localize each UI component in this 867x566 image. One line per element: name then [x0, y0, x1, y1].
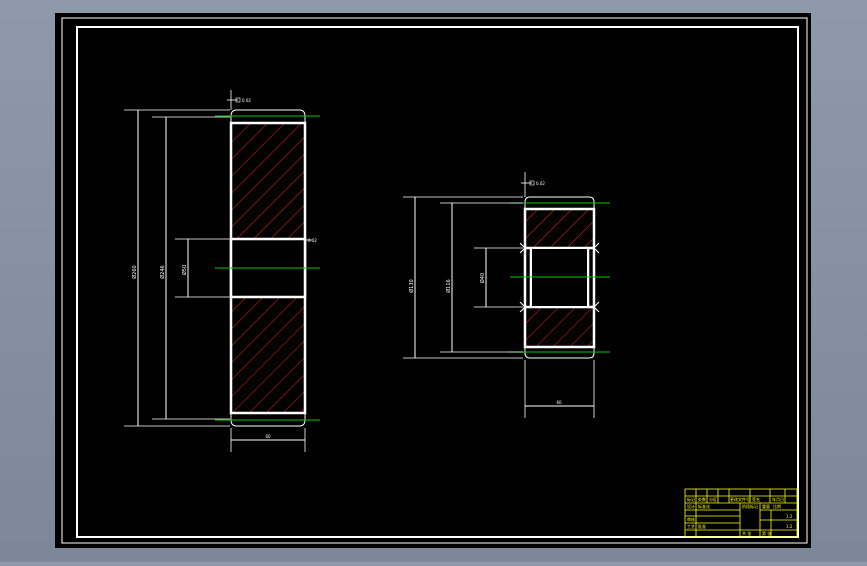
tb-stage: 阶段标记 — [742, 503, 758, 509]
drawing-paper — [55, 13, 811, 548]
right-outer-diameter-label: Ø130 — [408, 279, 415, 292]
tb-zone: 分区 — [709, 496, 717, 502]
tb-signature: 签名 — [752, 496, 760, 502]
right-bore-diameter-label: Ø40 — [479, 273, 486, 283]
tb-date: 年月日 — [772, 496, 784, 502]
tb-change-doc: 更改文件号 — [730, 496, 750, 502]
tb-mark: 标记 — [687, 496, 695, 502]
tb-approve: 批准 — [698, 523, 706, 529]
right-face-width-label: 60 — [556, 400, 562, 405]
tb-scale: 比例 — [773, 503, 781, 509]
tb-standardize: 标准化 — [698, 503, 710, 509]
engineering-drawing: Ø260 Ø246 Ø50 0.02 0.02 60 Ø130 Ø116 Ø40… — [55, 13, 811, 548]
tb-ratio-2: 1:2 — [786, 524, 793, 529]
cad-viewport: Ø260 Ø246 Ø50 0.02 0.02 60 Ø130 Ø116 Ø40… — [0, 0, 867, 562]
tb-sheet: 第 张 — [762, 530, 771, 536]
right-gear-upper-hatch — [525, 209, 594, 248]
right-root-diameter-label: Ø116 — [445, 279, 452, 292]
right-gear-lower-hatch — [525, 307, 594, 347]
left-gear-lower-hatch — [231, 297, 305, 413]
tb-process: 工艺 — [687, 524, 695, 529]
left-bore-tolerance-label: 0.02 — [308, 238, 317, 243]
left-bore-diameter-label: Ø50 — [181, 265, 188, 275]
left-top-tolerance-label: 0.02 — [242, 98, 251, 103]
tb-weight: 重量 — [762, 503, 770, 509]
tb-ratio: 1:2 — [786, 514, 793, 519]
left-outer-diameter-label: Ø260 — [131, 265, 138, 278]
left-root-diameter-label: Ø246 — [159, 265, 166, 278]
tb-review: 审核 — [687, 516, 695, 522]
right-top-tolerance-label: 0.02 — [536, 181, 545, 186]
tb-sheets: 共 张 — [742, 530, 751, 536]
tb-design: 设计 — [687, 503, 695, 509]
left-face-width-label: 60 — [265, 434, 271, 439]
tb-count: 处数 — [698, 496, 706, 502]
left-gear-upper-hatch — [231, 123, 305, 239]
